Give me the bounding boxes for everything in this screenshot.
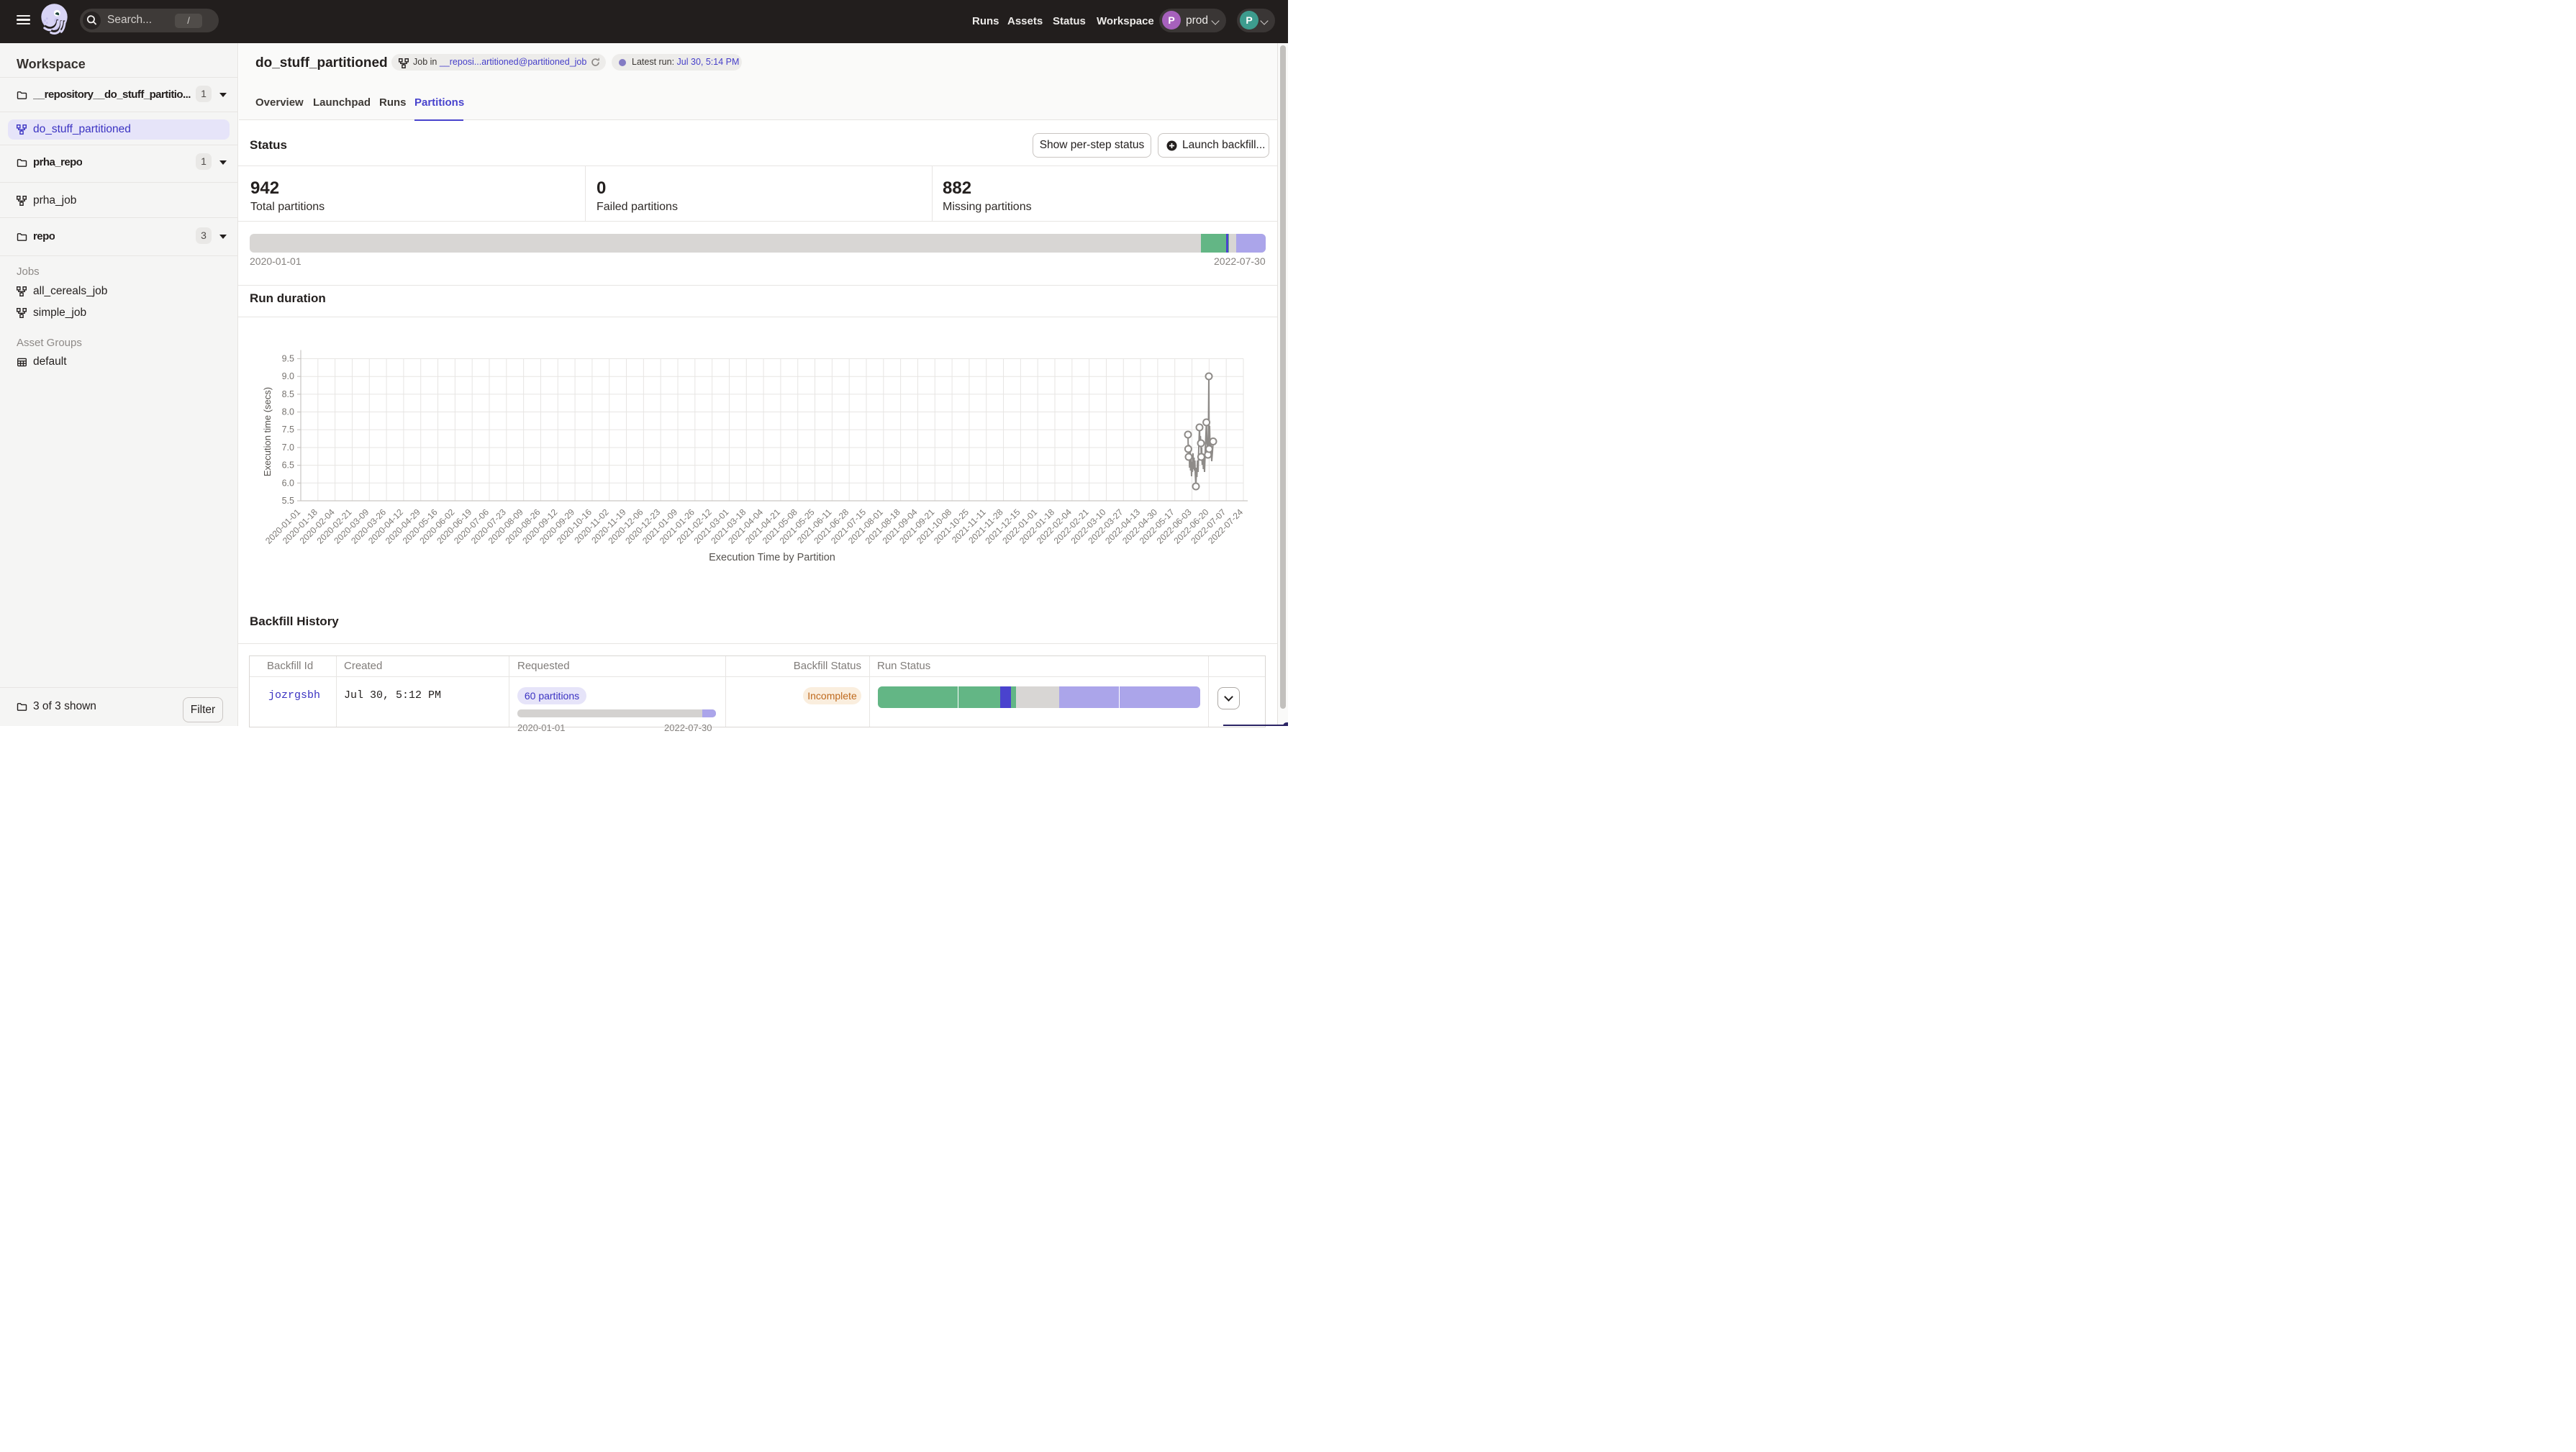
svg-text:7.5: 7.5 (282, 425, 294, 435)
svg-text:7.0: 7.0 (282, 443, 294, 453)
svg-text:9.5: 9.5 (282, 354, 294, 364)
svg-text:8.0: 8.0 (282, 407, 294, 417)
svg-text:Execution Time by Partition: Execution Time by Partition (709, 552, 835, 563)
svg-text:8.5: 8.5 (282, 389, 294, 399)
svg-text:9.0: 9.0 (282, 371, 294, 381)
svg-text:5.5: 5.5 (282, 496, 294, 506)
svg-text:Execution time (secs): Execution time (secs) (262, 387, 273, 476)
svg-text:6.0: 6.0 (282, 478, 294, 488)
svg-text:6.5: 6.5 (282, 460, 294, 471)
